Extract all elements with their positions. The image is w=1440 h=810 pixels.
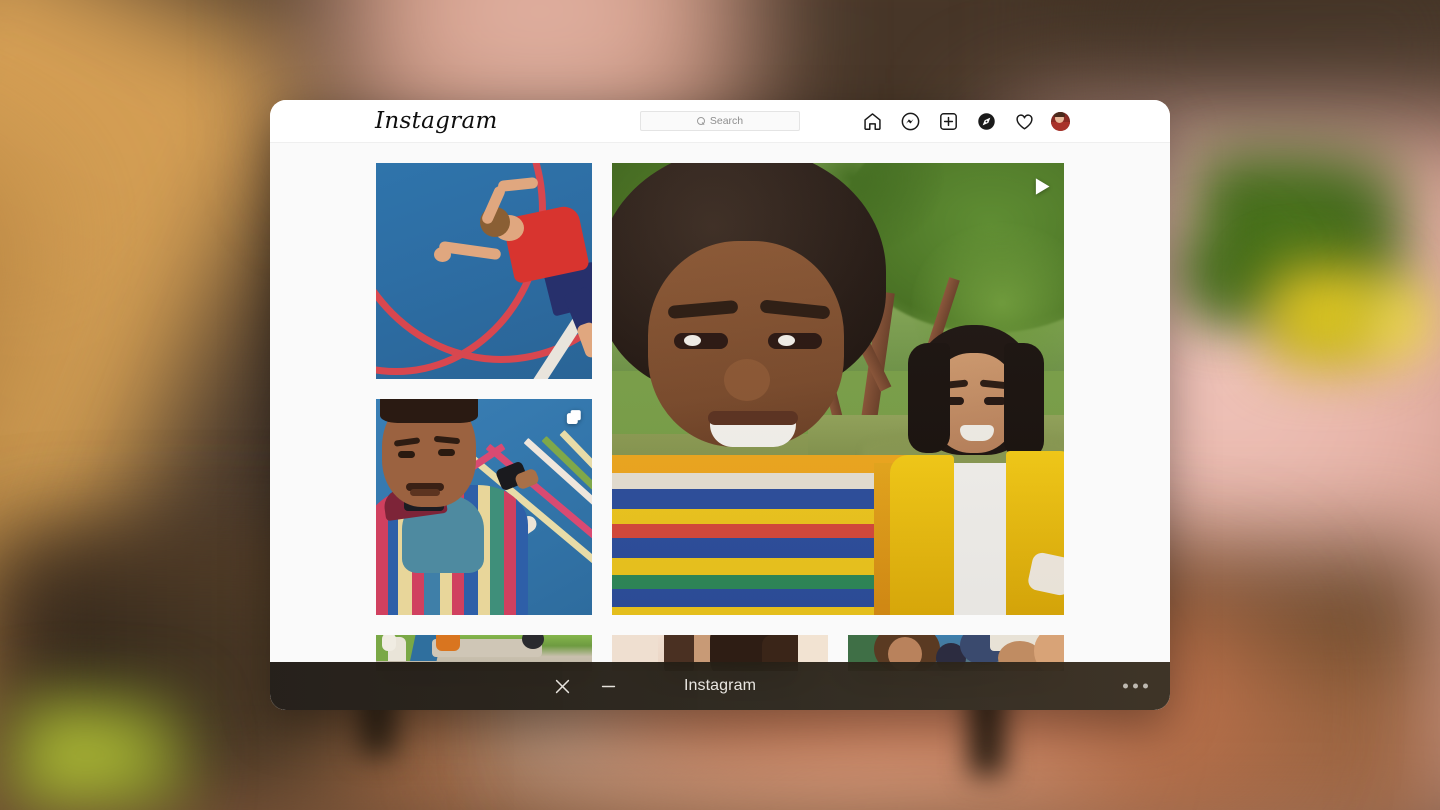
dot [1143, 684, 1148, 689]
home-icon[interactable] [861, 110, 883, 132]
photo-two-friends-outdoors [612, 163, 1064, 615]
grid-row [376, 163, 1064, 615]
app-header: Instagram Search [270, 100, 1170, 143]
profile-avatar[interactable] [1051, 112, 1070, 131]
more-options-icon[interactable] [1123, 684, 1148, 689]
dot [1123, 684, 1128, 689]
instagram-logo[interactable]: Instagram [375, 108, 498, 134]
avatar-hair [1054, 112, 1065, 117]
taskbar-title: Instagram [270, 677, 1170, 695]
new-post-icon[interactable] [937, 110, 959, 132]
carousel-icon [565, 408, 583, 431]
search-input[interactable]: Search [640, 111, 800, 131]
post-thumbnail[interactable] [612, 163, 1064, 615]
search-icon [697, 117, 706, 126]
header-nav [861, 110, 1070, 132]
search-placeholder-text: Search [710, 116, 743, 127]
messenger-icon[interactable] [899, 110, 921, 132]
explore-icon[interactable] [975, 110, 997, 132]
video-play-icon [1034, 177, 1051, 201]
post-thumbnail[interactable] [376, 163, 592, 379]
dot [1133, 684, 1138, 689]
photo-grid [376, 163, 1064, 691]
instagram-window: Instagram Search [270, 100, 1170, 710]
post-thumbnail[interactable] [376, 399, 592, 615]
photo-blue-court [376, 163, 592, 379]
grid-left-column [376, 163, 592, 615]
wallpaper-shape-green-bottom [10, 690, 190, 810]
feed-content[interactable] [270, 143, 1170, 710]
wallpaper-shape-yellow-2 [1355, 268, 1440, 373]
avatar-body [1051, 122, 1070, 131]
activity-heart-icon[interactable] [1013, 110, 1035, 132]
window-taskbar: Instagram [270, 662, 1170, 710]
photo-striped-portrait [376, 399, 592, 615]
